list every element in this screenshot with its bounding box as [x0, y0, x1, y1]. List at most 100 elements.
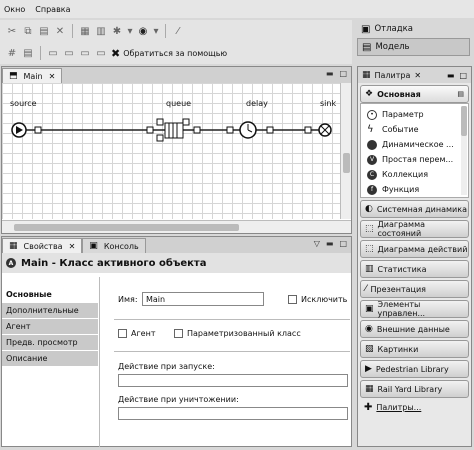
tab-properties[interactable]: ▦ Свойства ✕ [2, 238, 83, 253]
toolbar-row-2: # ▤ ▭ ▭ ▭ ▭ ✖ Обратиться за помощью [0, 42, 352, 64]
statistics-icon: ▥ [365, 264, 374, 274]
horizontal-scrollbar[interactable] [2, 220, 351, 233]
build-icon[interactable]: ▥ [95, 25, 107, 37]
settings-icon[interactable]: ✱ [111, 25, 123, 37]
name-field[interactable]: Main [142, 292, 264, 306]
palette-section-rail-yard[interactable]: ▦ Rail Yard Library [360, 380, 469, 398]
delay-block[interactable] [239, 121, 257, 139]
parameter-icon: • [367, 109, 377, 120]
source-block[interactable] [11, 122, 27, 138]
minimize-icon[interactable]: ▬ [447, 71, 455, 80]
palette-section-statistics[interactable]: ▥ Статистика [360, 260, 469, 278]
destroy-action-field[interactable] [118, 407, 348, 420]
close-icon[interactable]: ✕ [69, 242, 76, 251]
grid-icon[interactable]: # [6, 47, 18, 59]
minimize-icon[interactable]: ▬ [326, 69, 334, 78]
item-label: Динамическое ... [382, 140, 454, 149]
delete-icon[interactable]: ✕ [54, 25, 66, 37]
palette-section-controls[interactable]: ▣ Элементы управлен... [360, 300, 469, 318]
side-tab-advanced[interactable]: Дополнительные [2, 303, 98, 319]
properties-side-tabs: Основные Дополнительные Агент Предв. про… [2, 287, 98, 367]
side-tab-general[interactable]: Основные [2, 287, 98, 303]
section-label: Диаграмма действий [377, 244, 468, 254]
vertical-scrollbar[interactable] [340, 83, 351, 219]
startup-action-field[interactable] [118, 374, 348, 387]
paste-icon[interactable]: ▤ [38, 25, 50, 37]
send-back-icon[interactable]: ▭ [95, 47, 107, 59]
properties-icon: ▦ [9, 241, 18, 251]
palette-tab[interactable]: ▦ Палитра ✕ ▬ □ [358, 67, 471, 83]
cut-icon[interactable]: ✂ [6, 25, 18, 37]
wand-icon[interactable]: ⁄ [172, 25, 184, 37]
minimize-icon[interactable]: ▬ [326, 239, 334, 248]
run-icon[interactable]: ◉ [137, 25, 149, 37]
maximize-icon[interactable]: □ [339, 239, 347, 248]
perspective-debug[interactable]: ▣ Отладка [357, 20, 470, 38]
tab-main[interactable]: ⬒ Main ✕ [2, 68, 63, 83]
menu-window[interactable]: Окно [4, 5, 25, 14]
palette-section-external-data[interactable]: ◉ Внешние данные [360, 320, 469, 338]
section-label: Картинки [377, 344, 419, 354]
close-icon[interactable]: ✕ [414, 71, 421, 80]
palette-section-pedestrian[interactable]: ▶ Pedestrian Library [360, 360, 469, 378]
item-label: Параметр [382, 110, 424, 119]
sink-block[interactable] [318, 123, 332, 137]
close-icon[interactable]: ✕ [49, 72, 56, 81]
palette-item-dynamic-variable[interactable]: Динамическое ... [361, 137, 468, 152]
dropdown-arrow-icon[interactable]: ▾ [127, 25, 133, 37]
palette-section-system-dynamics[interactable]: ◐ Системная динамика [360, 200, 469, 218]
tab-console[interactable]: ▣ Консоль [82, 238, 146, 253]
graphical-editor: ⬒ Main ✕ ▬ □ source queue delay sink [1, 66, 352, 234]
palette-item-collection[interactable]: C Коллекция [361, 167, 468, 182]
presentation-icon: ⁄ [365, 284, 367, 294]
item-label: Простая перем... [382, 155, 454, 164]
bring-front-icon[interactable]: ▭ [79, 47, 91, 59]
maximize-icon[interactable]: □ [339, 69, 347, 78]
scroll-thumb[interactable] [14, 224, 239, 231]
side-tab-preview[interactable]: Предв. просмотр [2, 335, 98, 351]
side-tab-agent[interactable]: Агент [2, 319, 98, 335]
parametrized-class-checkbox[interactable] [174, 329, 183, 338]
model-canvas[interactable]: source queue delay sink [2, 83, 341, 219]
ungroup-icon[interactable]: ▭ [63, 47, 75, 59]
divider [114, 351, 350, 352]
collection-icon: C [367, 169, 377, 180]
view-menu-icon[interactable]: ▽ [314, 239, 320, 248]
scroll-thumb[interactable] [343, 153, 350, 173]
palette-item-variable[interactable]: V Простая перем... [361, 152, 468, 167]
help-button[interactable]: ✖ Обратиться за помощью [111, 47, 227, 60]
agent-checkbox[interactable] [118, 329, 127, 338]
new-model-icon[interactable]: ▦ [79, 25, 91, 37]
section-label: Системная динамика [376, 204, 467, 214]
palette-scrollbar[interactable] [461, 106, 467, 195]
palette-section-presentation[interactable]: ⁄ Презентация [360, 280, 469, 298]
view-toggle-icon[interactable]: ▤ [457, 90, 464, 98]
side-tab-description[interactable]: Описание [2, 351, 98, 367]
properties-title: Main - Класс активного объекта [21, 257, 207, 269]
palette-item-parameter[interactable]: • Параметр [361, 107, 468, 122]
port-icon [34, 126, 42, 134]
palette-item-function[interactable]: f Функция [361, 182, 468, 197]
palette-section-pictures[interactable]: ▧ Картинки [360, 340, 469, 358]
maximize-icon[interactable]: □ [459, 71, 467, 80]
editor-tabbar: ⬒ Main ✕ ▬ □ [2, 67, 351, 83]
controls-icon: ▣ [365, 304, 374, 314]
palettes-link[interactable]: ✚ Палитры... [364, 402, 469, 413]
palette-item-event[interactable]: ϟ Событие [361, 122, 468, 137]
group-icon[interactable]: ▭ [47, 47, 59, 59]
scroll-thumb[interactable] [461, 106, 467, 136]
copy-icon[interactable]: ⧉ [22, 25, 34, 37]
dynamic-variable-icon [367, 139, 377, 150]
perspective-model[interactable]: ▤ Модель [357, 38, 470, 56]
perspective-label: Модель [375, 42, 410, 52]
event-icon: ϟ [367, 124, 374, 135]
palette-section-action-chart[interactable]: ⬚ Диаграмма действий [360, 240, 469, 258]
snap-icon[interactable]: ▤ [22, 47, 34, 59]
dropdown-arrow-icon[interactable]: ▾ [153, 25, 159, 37]
help-label: Обратиться за помощью [123, 48, 228, 58]
exclude-checkbox[interactable] [288, 295, 297, 304]
palette-section-statechart[interactable]: ⬚ Диаграмма состояний [360, 220, 469, 238]
palette-section-main[interactable]: ❖ Основная ▤ [360, 85, 469, 103]
menu-help[interactable]: Справка [35, 5, 70, 14]
database-icon: ◉ [365, 324, 373, 334]
